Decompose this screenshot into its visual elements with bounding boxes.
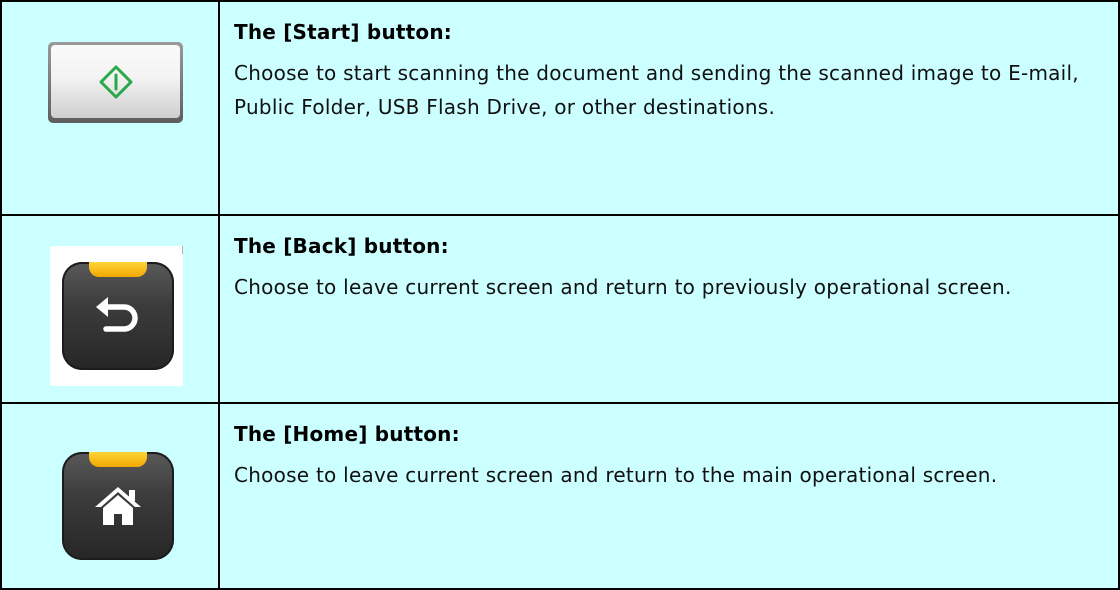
row-title: The [Home] button: — [234, 422, 460, 446]
table-row-start: The [Start] button: Choose to start scan… — [0, 0, 1120, 216]
back-button-image — [62, 262, 174, 370]
button-description-table: The [Start] button: Choose to start scan… — [0, 0, 1120, 590]
text-cell-back: The [Back] button: Choose to leave curre… — [218, 214, 1120, 404]
text-cell-home: The [Home] button: Choose to leave curre… — [218, 402, 1120, 590]
icon-cell-start — [0, 0, 220, 216]
text-cell-start: The [Start] button: Choose to start scan… — [218, 0, 1120, 216]
start-button-image — [48, 42, 183, 123]
row-description: Choose to leave current screen and retur… — [234, 275, 1012, 299]
start-diamond-icon — [99, 65, 132, 98]
icon-cell-home — [0, 402, 220, 590]
row-title: The [Back] button: — [234, 234, 449, 258]
icon-cell-back — [0, 214, 220, 404]
home-icon — [95, 487, 141, 525]
frame-edge-mark — [182, 246, 183, 254]
back-arrow-icon — [96, 297, 138, 332]
table-row-home: The [Home] button: Choose to leave curre… — [0, 402, 1120, 590]
row-title: The [Start] button: — [234, 20, 452, 44]
home-button-image — [62, 452, 174, 560]
table-row-back: The [Back] button: Choose to leave curre… — [0, 214, 1120, 404]
row-description: Choose to start scanning the document an… — [234, 61, 1079, 119]
row-description: Choose to leave current screen and retur… — [234, 463, 998, 487]
